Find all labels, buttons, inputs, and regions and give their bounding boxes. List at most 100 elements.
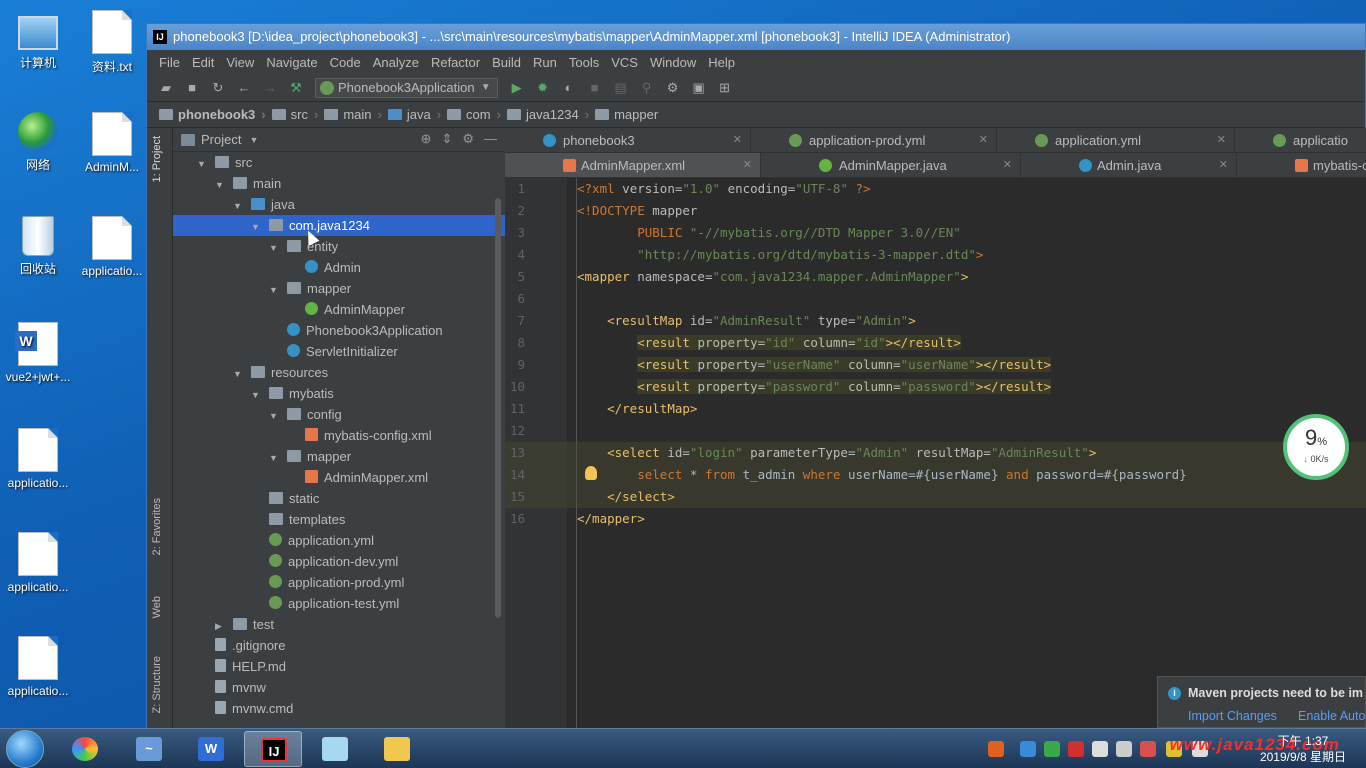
code-line[interactable]: 2 <!DOCTYPE mapper — [505, 200, 1366, 222]
tree-item[interactable]: ▼ resources — [173, 362, 505, 383]
taskbar-app-explorer[interactable] — [368, 731, 426, 767]
tree-item[interactable]: ServletInitializer — [173, 341, 505, 362]
run-icon[interactable]: ▶ — [506, 78, 528, 98]
taskbar-app-wps[interactable]: W — [182, 731, 240, 767]
chevron-down-icon[interactable]: ▼ — [269, 448, 279, 469]
project-tool-tab[interactable]: 1: Project — [151, 136, 163, 182]
close-icon[interactable]: ✕ — [1219, 153, 1228, 177]
chevron-down-icon[interactable]: ▼ — [233, 196, 243, 217]
structure-tool-tab[interactable]: Z: Structure — [151, 656, 163, 713]
code-editor[interactable]: 1 <?xml version="1.0" encoding="UTF-8" ?>… — [505, 178, 1366, 729]
run-configuration-select[interactable]: Phonebook3Application ▼ — [315, 77, 498, 98]
sync-icon[interactable]: ↻ — [207, 78, 229, 98]
menu-refactor[interactable]: Refactor — [425, 55, 486, 70]
profiler-icon[interactable]: ⚲ — [636, 78, 658, 98]
editor-tab[interactable]: mybatis-c — [1237, 153, 1366, 177]
code-line[interactable]: 6 — [505, 288, 1366, 310]
chevron-down-icon[interactable]: ▼ — [269, 280, 279, 301]
close-icon[interactable]: ✕ — [743, 153, 752, 177]
web-tool-tab[interactable]: Web — [151, 596, 163, 618]
breadcrumb-item[interactable]: com › — [447, 107, 507, 122]
tree-item[interactable]: AdminMapper — [173, 299, 505, 320]
tree-item[interactable]: Admin — [173, 257, 505, 278]
tree-item[interactable]: application-dev.yml — [173, 551, 505, 572]
settings-wrench-icon[interactable]: ⚙ — [662, 78, 684, 98]
breadcrumb-item[interactable]: src › — [271, 107, 325, 122]
clock[interactable]: 下午 1:37 2019/9/8 星期日 — [1260, 733, 1346, 765]
chevron-right-icon[interactable]: ▶ — [215, 616, 225, 637]
code-line[interactable]: 4 "http://mybatis.org/dtd/mybatis-3-mapp… — [505, 244, 1366, 266]
editor-tab[interactable]: application-prod.yml ✕ — [751, 128, 997, 152]
stop-icon[interactable]: ■ — [584, 78, 606, 98]
attach-icon[interactable]: ▤ — [610, 78, 632, 98]
code-line[interactable]: 1 <?xml version="1.0" encoding="UTF-8" ?> — [505, 178, 1366, 200]
desktop-icon-application-3[interactable]: applicatio... — [0, 532, 76, 594]
debug-icon[interactable]: ✹ — [532, 78, 554, 98]
tree-item[interactable]: ▼ config — [173, 404, 505, 425]
project-view-select[interactable]: Project — [201, 132, 241, 147]
tray-app-icon[interactable] — [1140, 741, 1156, 757]
project-tree-scrollbar[interactable] — [495, 198, 501, 618]
chevron-down-icon[interactable]: ▼ — [197, 154, 207, 175]
window-title-bar[interactable]: IJ phonebook3 [D:\idea_project\phonebook… — [147, 24, 1365, 50]
code-line[interactable]: 16 </mapper> — [505, 508, 1366, 530]
desktop-icon-application-2[interactable]: applicatio... — [0, 428, 76, 490]
desktop-icon-network[interactable]: 网络 — [0, 112, 76, 173]
taskbar-app-browser[interactable] — [56, 731, 114, 767]
open-folder-icon[interactable]: ▰ — [155, 78, 177, 98]
menu-analyze[interactable]: Analyze — [367, 55, 425, 70]
code-line[interactable]: 14 select * from t_admin where userName=… — [505, 464, 1366, 486]
breadcrumb-item[interactable]: mapper — [595, 107, 658, 122]
tree-item[interactable]: AdminMapper.xml — [173, 467, 505, 488]
desktop-icon-application-4[interactable]: applicatio... — [0, 636, 76, 698]
menu-tools[interactable]: Tools — [563, 55, 605, 70]
taskbar-app-intellij[interactable]: IJ — [244, 731, 302, 767]
menu-file[interactable]: File — [153, 55, 186, 70]
sdk-icon[interactable]: ⊞ — [714, 78, 736, 98]
desktop-icon-recycle-bin[interactable]: 回收站 — [0, 216, 76, 277]
menu-vcs[interactable]: VCS — [605, 55, 644, 70]
tree-item[interactable]: Phonebook3Application — [173, 320, 505, 341]
tree-item[interactable]: mvnw.cmd — [173, 698, 505, 719]
code-line[interactable]: 7 <resultMap id="AdminResult" type="Admi… — [505, 310, 1366, 332]
code-line[interactable]: 8 <result property="id" column="id"></re… — [505, 332, 1366, 354]
input-method-icon[interactable] — [988, 741, 1004, 757]
code-line[interactable]: 5 <mapper namespace="com.java1234.mapper.… — [505, 266, 1366, 288]
menu-window[interactable]: Window — [644, 55, 702, 70]
tree-item[interactable]: ▼ mapper — [173, 446, 505, 467]
network-tray-icon[interactable] — [1092, 741, 1108, 757]
code-line[interactable]: 10 <result property="password" column="p… — [505, 376, 1366, 398]
menu-help[interactable]: Help — [702, 55, 741, 70]
project-structure-icon[interactable]: ▣ — [688, 78, 710, 98]
editor-tab[interactable]: Admin.java ✕ — [1021, 153, 1237, 177]
code-line[interactable]: 3 PUBLIC "-//mybatis.org//DTD Mapper 3.0… — [505, 222, 1366, 244]
lightbulb-icon[interactable] — [585, 466, 597, 480]
locate-file-icon[interactable]: ⊕ — [421, 131, 432, 147]
tree-item[interactable]: application-test.yml — [173, 593, 505, 614]
close-icon[interactable]: ✕ — [1217, 128, 1226, 152]
breadcrumb-item[interactable]: main › — [324, 107, 388, 122]
editor-tab[interactable]: applicatio — [1235, 128, 1366, 152]
tree-item[interactable]: ▼ src — [173, 152, 505, 173]
start-button[interactable] — [6, 730, 44, 768]
gear-icon[interactable]: ⚙ — [462, 131, 474, 147]
tree-item[interactable]: application-prod.yml — [173, 572, 505, 593]
chevron-down-icon[interactable]: ▼ — [233, 364, 243, 385]
menu-run[interactable]: Run — [527, 55, 563, 70]
collapse-all-icon[interactable]: ⇕ — [441, 131, 452, 147]
code-line[interactable]: 13 <select id="login" parameterType="Adm… — [505, 442, 1366, 464]
desktop-icon-txt[interactable]: 资料.txt — [74, 10, 150, 75]
forward-icon[interactable]: → — [259, 78, 281, 98]
close-icon[interactable]: ✕ — [979, 128, 988, 152]
code-line[interactable]: 11 </resultMap> — [505, 398, 1366, 420]
tree-item[interactable]: application.yml — [173, 530, 505, 551]
chevron-down-icon[interactable]: ▼ — [249, 135, 258, 145]
editor-tab-active[interactable]: AdminMapper.xml ✕ — [505, 153, 761, 177]
tree-item[interactable]: ▼ com.java1234 — [173, 215, 505, 236]
cube-icon[interactable] — [1020, 741, 1036, 757]
tree-item[interactable]: .gitignore — [173, 635, 505, 656]
tree-item[interactable]: static — [173, 488, 505, 509]
close-icon[interactable]: ✕ — [1003, 153, 1012, 177]
menu-edit[interactable]: Edit — [186, 55, 220, 70]
enable-auto-import-link[interactable]: Enable Auto — [1298, 709, 1365, 723]
